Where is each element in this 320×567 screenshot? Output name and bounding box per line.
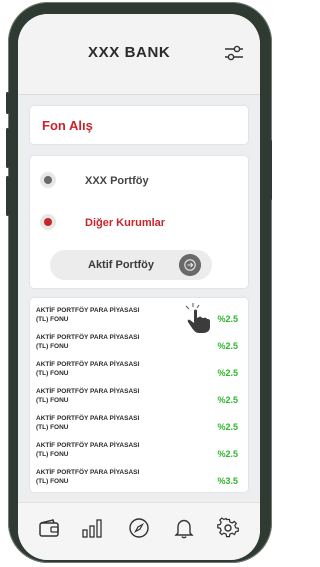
- fund-row[interactable]: AKTİF PORTFÖY PARA PİYASASI (TL) FONU %2.…: [36, 387, 242, 411]
- arrow-right-circle-icon[interactable]: [179, 254, 201, 276]
- gear-icon[interactable]: [217, 517, 239, 539]
- fund-row[interactable]: AKTİF PORTFÖY PARA PİYASASI (TL) FONU %2.…: [36, 333, 242, 357]
- fon-alis-card: Fon Alış: [30, 106, 248, 144]
- fund-rate: %2.5: [217, 449, 238, 459]
- fund-name: AKTİF PORTFÖY PARA PİYASASI (TL) FONU: [36, 307, 140, 323]
- fund-name: AKTİF PORTFÖY PARA PİYASASI (TL) FONU: [36, 442, 140, 458]
- radio-dot-selected: [44, 218, 52, 226]
- phone-volume-up: [6, 128, 9, 168]
- fund-rate: %2.5: [217, 368, 238, 378]
- fund-list: AKTİF PORTFÖY PARA PİYASASI (TL) FONU %2.…: [30, 298, 248, 492]
- fon-alis-title: Fon Alış: [42, 118, 93, 133]
- radio-diger-kurumlar[interactable]: [40, 214, 56, 230]
- fund-row[interactable]: AKTİF PORTFÖY PARA PİYASASI (TL) FONU %2.…: [36, 414, 242, 438]
- radio-label-xxx-portfoy[interactable]: XXX Portföy: [85, 175, 149, 187]
- fund-name: AKTİF PORTFÖY PARA PİYASASI (TL) FONU: [36, 469, 140, 485]
- radio-dot: [44, 176, 52, 184]
- wallet-icon[interactable]: [38, 517, 60, 539]
- aktif-portfoy-button[interactable]: Aktif Portföy: [50, 250, 212, 280]
- fund-rate: %2.5: [217, 395, 238, 405]
- fund-rate: %3.5: [217, 476, 238, 486]
- fund-row[interactable]: AKTİF PORTFÖY PARA PİYASASI (TL) FONU %2.…: [36, 441, 242, 465]
- phone-volume-down: [6, 176, 9, 216]
- fund-rate: %2.5: [217, 341, 238, 351]
- compass-icon[interactable]: [128, 517, 150, 539]
- fund-name: AKTİF PORTFÖY PARA PİYASASI (TL) FONU: [36, 388, 140, 404]
- radio-xxx-portfoy[interactable]: [40, 172, 56, 188]
- phone-side-button: [6, 92, 9, 114]
- bar-chart-icon[interactable]: [81, 517, 103, 539]
- aktif-portfoy-label: Aktif Portföy: [88, 259, 154, 271]
- phone-power-button: [269, 140, 272, 200]
- bank-title: XXX BANK: [88, 44, 171, 61]
- bell-icon[interactable]: [173, 517, 195, 539]
- fund-name: AKTİF PORTFÖY PARA PİYASASI (TL) FONU: [36, 415, 140, 431]
- fund-name: AKTİF PORTFÖY PARA PİYASASI (TL) FONU: [36, 361, 140, 377]
- portfolio-selector: XXX Portföy Diğer Kurumlar Aktif Portföy: [30, 156, 248, 288]
- fund-rate: %2.5: [217, 314, 238, 324]
- fund-row[interactable]: AKTİF PORTFÖY PARA PİYASASI (TL) FONU %2.…: [36, 360, 242, 384]
- app-header: XXX BANK: [18, 14, 260, 95]
- fund-name: AKTİF PORTFÖY PARA PİYASASI (TL) FONU: [36, 334, 140, 350]
- sliders-icon[interactable]: [224, 44, 244, 62]
- bottom-tab-bar: [18, 502, 260, 560]
- fund-row[interactable]: AKTİF PORTFÖY PARA PİYASASI (TL) FONU %3.…: [36, 468, 242, 492]
- fund-rate: %2.5: [217, 422, 238, 432]
- tap-hand-icon: [185, 303, 210, 333]
- app-screen: XXX BANK Fon Alış XXX Portföy Diğer Kuru…: [18, 14, 260, 560]
- radio-label-diger-kurumlar[interactable]: Diğer Kurumlar: [85, 217, 165, 229]
